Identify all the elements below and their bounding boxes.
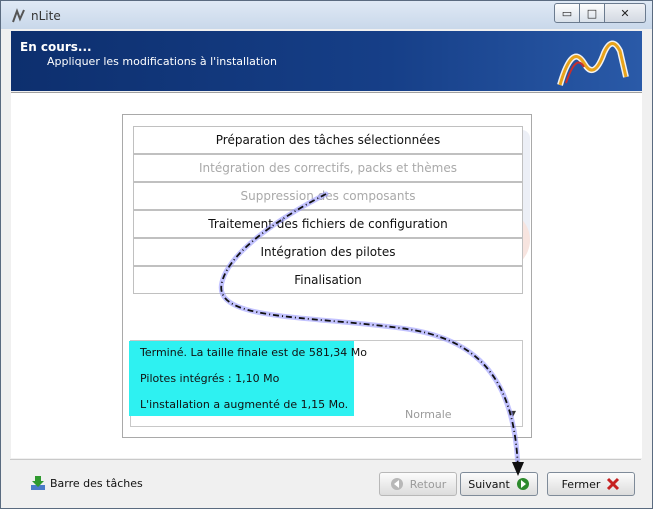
window-controls: ▭ □ ✕ (554, 3, 646, 23)
minimize-icon: ▭ (561, 6, 573, 20)
download-arrow-icon (31, 476, 45, 490)
next-arrow-icon (516, 478, 529, 490)
step-preparation: Préparation des tâches sélectionnées (133, 126, 523, 154)
nlite-logo-icon (12, 8, 25, 23)
maximize-icon: □ (586, 6, 598, 20)
minimize-button[interactable]: ▭ (554, 3, 580, 23)
window-title: nLite (31, 9, 61, 23)
step-suppression-composants: Suppression des composants (133, 182, 523, 210)
step-finalisation: Finalisation (133, 266, 523, 294)
taskbar-button[interactable]: Barre des tâches (30, 475, 143, 491)
taskbar-label: Barre des tâches (50, 476, 143, 490)
step-traitement-configuration: Traitement des fichiers de configuration (133, 210, 523, 238)
nlite-header-logo-icon (557, 40, 629, 86)
footer-divider (10, 459, 641, 460)
priority-value: Normale (405, 408, 452, 421)
back-label: Retour (409, 477, 447, 491)
log-line-drivers: Pilotes intégrés : 1,10 Mo (140, 372, 280, 385)
close-window-button[interactable]: ✕ (605, 3, 646, 23)
next-button[interactable]: Suivant (460, 472, 538, 496)
back-button[interactable]: Retour (379, 472, 457, 496)
red-x-icon (607, 477, 620, 491)
log-line-size: Terminé. La taille finale est de 581,34 … (140, 346, 368, 359)
step-integration-pilotes: Intégration des pilotes (133, 238, 523, 266)
log-line-increase: L'installation a augmenté de 1,15 Mo. (140, 398, 349, 411)
close-button[interactable]: Fermer (547, 472, 635, 496)
next-label: Suivant (468, 477, 510, 491)
title-bar: nLite ▭ □ ✕ (1, 1, 652, 29)
page-title: En cours... (20, 40, 92, 54)
priority-select[interactable]: Normale ▼ (400, 405, 520, 423)
back-arrow-icon (390, 478, 403, 490)
maximize-button[interactable]: □ (580, 3, 605, 23)
close-icon: ✕ (620, 6, 630, 20)
page-subtitle: Appliquer les modifications à l'installa… (47, 55, 277, 68)
close-label: Fermer (561, 477, 601, 491)
step-integration-correctifs: Intégration des correctifs, packs et thè… (133, 154, 523, 182)
chevron-down-icon: ▼ (509, 409, 516, 418)
page-header: En cours... Appliquer les modifications … (11, 31, 642, 91)
